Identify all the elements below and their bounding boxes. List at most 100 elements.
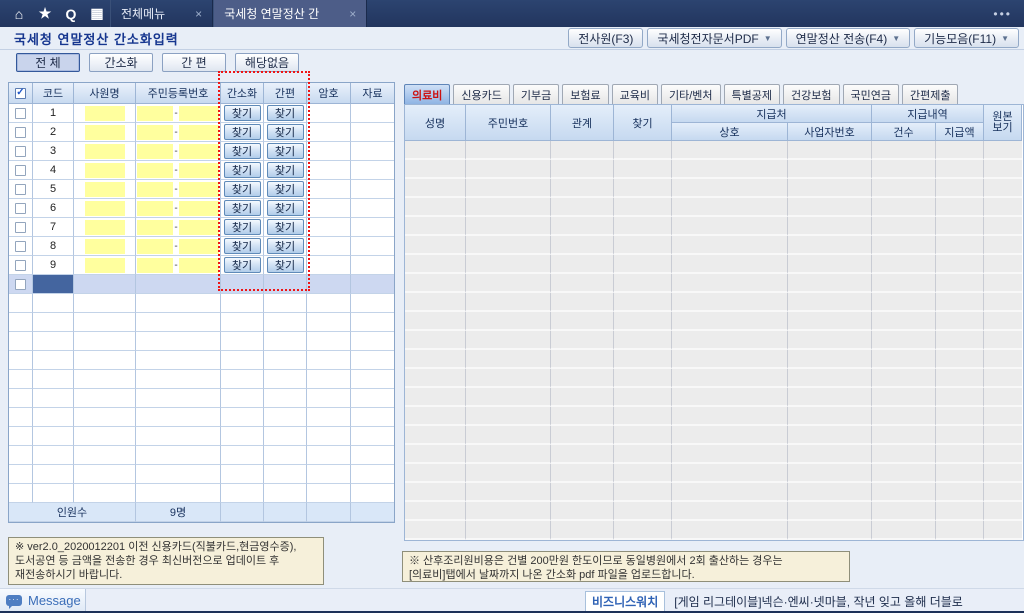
simplified-find-button[interactable]: 찾기 xyxy=(223,219,261,235)
simplified-find-button[interactable]: 찾기 xyxy=(223,162,261,178)
empty-cell xyxy=(264,427,307,446)
empty-cell xyxy=(33,332,74,351)
easy-find-button[interactable]: 찾기 xyxy=(266,200,304,216)
empty-cell xyxy=(936,331,984,350)
message-button[interactable]: ··· Message xyxy=(0,589,86,612)
empty-cell xyxy=(872,160,936,179)
name-masked xyxy=(84,124,125,140)
empty-cell xyxy=(405,350,466,369)
simplified-find-button[interactable]: 찾기 xyxy=(223,124,261,140)
row-checkbox[interactable] xyxy=(15,240,26,252)
empty-cell xyxy=(264,275,307,294)
data-cell xyxy=(351,161,394,180)
tab-national-pension[interactable]: 국민연금 xyxy=(842,84,899,104)
tab-etc-venture[interactable]: 기타/벤처 xyxy=(660,84,721,104)
empty-row xyxy=(9,389,394,408)
simplified-find-button[interactable]: 찾기 xyxy=(223,200,261,216)
filter-easy[interactable]: 간 편 xyxy=(162,53,226,72)
select-all-checkbox[interactable]: ✓ xyxy=(15,87,26,99)
nts-edoc-pdf-button[interactable]: 국세청전자문서PDF ▼ xyxy=(647,28,782,48)
empty-cell xyxy=(221,484,264,503)
simplified-find-button[interactable]: 찾기 xyxy=(223,105,261,121)
empty-cell xyxy=(405,198,466,217)
empty-cell xyxy=(264,446,307,465)
grid-menu-icon[interactable]: ▦ xyxy=(84,5,110,22)
tab-close-icon[interactable]: × xyxy=(195,7,202,21)
empty-cell xyxy=(551,236,614,255)
functions-f11-button[interactable]: 기능모음(F11) ▼ xyxy=(914,28,1019,48)
tab-easy-submit[interactable]: 간편제출 xyxy=(901,84,959,104)
tab-insurance[interactable]: 보험료 xyxy=(562,84,609,104)
empty-cell xyxy=(936,350,984,369)
easy-find-button[interactable]: 찾기 xyxy=(266,162,304,178)
selected-new-row[interactable] xyxy=(9,275,394,294)
easy-find-button[interactable]: 찾기 xyxy=(266,124,304,140)
row-checkbox[interactable] xyxy=(15,259,26,271)
simplified-find-button[interactable]: 찾기 xyxy=(223,238,261,254)
name-masked xyxy=(84,257,125,273)
password-cell xyxy=(307,256,351,275)
row-checkbox[interactable] xyxy=(15,221,26,233)
empty-cell xyxy=(221,465,264,484)
row-checkbox[interactable] xyxy=(15,164,26,176)
button-label: 전사원(F3) xyxy=(578,31,634,46)
empty-cell xyxy=(466,236,551,255)
home-icon[interactable]: ⌂ xyxy=(6,6,32,22)
row-checkbox[interactable] xyxy=(15,278,26,290)
empty-cell xyxy=(9,332,33,351)
filter-not-applicable[interactable]: 해당없음 xyxy=(235,53,299,72)
empty-cell xyxy=(788,217,872,236)
checkbox-cell xyxy=(9,199,33,218)
all-employees-f3-button[interactable]: 전사원(F3) xyxy=(568,28,644,48)
empty-cell xyxy=(788,369,872,388)
empty-cell xyxy=(614,426,672,445)
empty-cell xyxy=(788,141,872,160)
medical-empty-row xyxy=(405,236,1023,255)
empty-cell xyxy=(872,293,936,312)
easy-find-button[interactable]: 찾기 xyxy=(266,105,304,121)
easy-find-button[interactable]: 찾기 xyxy=(266,143,304,159)
simplified-cell: 찾기 xyxy=(221,256,264,275)
row-checkbox[interactable] xyxy=(15,107,26,119)
search-icon[interactable]: Q xyxy=(58,6,84,22)
simplified-find-button[interactable]: 찾기 xyxy=(223,181,261,197)
row-checkbox[interactable] xyxy=(15,183,26,195)
empty-cell xyxy=(466,331,551,350)
filter-simplified[interactable]: 간소화 xyxy=(89,53,153,72)
titlebar-buttons: 전사원(F3) 국세청전자문서PDF ▼ 연말정산 전송(F4) ▼ 기능모음(F11) ▼ xyxy=(568,28,1019,48)
tab-credit-card[interactable]: 신용카드 xyxy=(453,84,510,104)
medical-empty-row xyxy=(405,369,1023,388)
easy-find-button[interactable]: 찾기 xyxy=(266,238,304,254)
empty-cell xyxy=(984,236,1022,255)
row-checkbox[interactable] xyxy=(15,202,26,214)
medical-empty-row xyxy=(405,198,1023,217)
tab-nts-yearend[interactable]: 국세청 연말정산 간 × xyxy=(213,0,368,27)
tab-medical[interactable]: 의료비 xyxy=(404,84,451,104)
empty-cell xyxy=(466,426,551,445)
ticker-headline[interactable]: [게임 리그테이블]넥슨·엔씨·넷마블, 작년 잊고 올해 더블로 xyxy=(674,593,963,610)
yearend-send-f4-button[interactable]: 연말정산 전송(F4) ▼ xyxy=(785,28,911,48)
tab-special-deduction[interactable]: 특별공제 xyxy=(723,84,781,104)
row-checkbox[interactable] xyxy=(15,126,26,138)
star-icon[interactable]: ★ xyxy=(32,5,58,22)
empty-cell xyxy=(551,217,614,236)
filter-all[interactable]: 전 체 xyxy=(16,53,80,72)
easy-find-button[interactable]: 찾기 xyxy=(266,257,304,273)
simplified-find-button[interactable]: 찾기 xyxy=(223,257,261,273)
empty-cell xyxy=(351,332,394,351)
empty-cell xyxy=(9,446,33,465)
tab-health-insurance[interactable]: 건강보험 xyxy=(783,84,840,104)
overflow-menu-icon[interactable]: ••• xyxy=(993,7,1012,21)
row-checkbox[interactable] xyxy=(15,145,26,157)
easy-find-button[interactable]: 찾기 xyxy=(266,181,304,197)
simplified-find-button[interactable]: 찾기 xyxy=(223,143,261,159)
tab-close-icon[interactable]: × xyxy=(349,7,356,21)
tab-donation[interactable]: 기부금 xyxy=(512,84,560,104)
tab-all-menu[interactable]: 전체메뉴 × xyxy=(110,0,214,27)
empty-cell xyxy=(307,332,351,351)
rrn-separator: - xyxy=(174,164,178,176)
easy-find-button[interactable]: 찾기 xyxy=(266,219,304,235)
tab-education[interactable]: 교육비 xyxy=(611,84,658,104)
ticker-source-badge[interactable]: 비즈니스워치 xyxy=(585,591,666,612)
empty-cell xyxy=(672,502,788,521)
